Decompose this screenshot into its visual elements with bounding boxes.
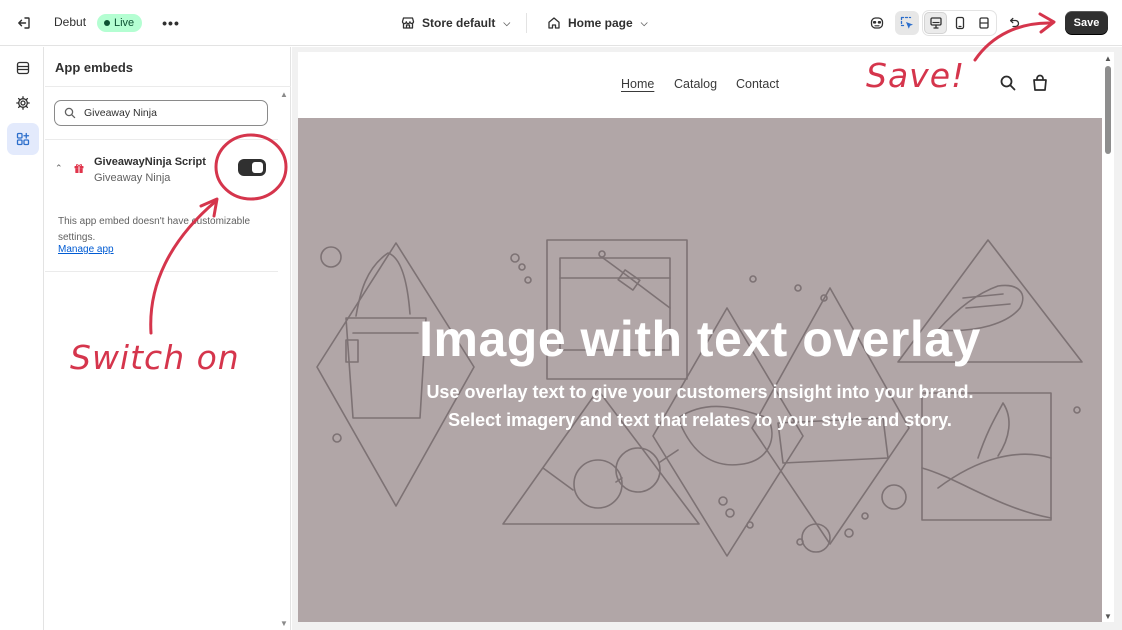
sidekick-button[interactable]	[865, 11, 889, 35]
manage-app-link[interactable]: Manage app	[58, 244, 114, 255]
store-header: Home Catalog Contact	[298, 52, 1102, 118]
annotation-switch-label: Switch on	[70, 338, 240, 377]
toggle-knob	[252, 162, 263, 173]
nav-link-catalog[interactable]: Catalog	[674, 77, 717, 91]
more-actions-button[interactable]: •••	[158, 9, 184, 37]
chevron-down-icon: ⌵	[503, 17, 511, 28]
left-rail	[0, 47, 44, 630]
page-select[interactable]: Home page ⌵	[546, 9, 648, 37]
embed-toggle-switch[interactable]	[238, 159, 266, 176]
theme-name: Debut	[54, 15, 87, 29]
mobile-icon	[955, 16, 964, 30]
chevron-down-icon: ⌵	[640, 17, 648, 28]
home-icon	[548, 17, 560, 29]
search-icon[interactable]	[999, 74, 1017, 92]
embed-name: GiveawayNinja Script	[94, 156, 206, 168]
fullscreen-view-button[interactable]	[972, 12, 995, 34]
page-label: Home page	[568, 16, 633, 30]
exit-icon	[18, 17, 30, 29]
nav-link-contact[interactable]: Contact	[736, 77, 779, 91]
scroll-down-arrow-icon[interactable]: ▼	[1104, 612, 1112, 621]
search-input[interactable]	[84, 107, 254, 119]
gift-icon	[74, 164, 84, 173]
search-field[interactable]	[54, 100, 268, 126]
device-toggle-group	[922, 10, 997, 36]
scroll-up-arrow-icon[interactable]: ▲	[1104, 54, 1112, 63]
scroll-up-arrow-icon[interactable]: ▲	[280, 90, 288, 99]
store-icon	[401, 17, 415, 29]
hero-title: Image with text overlay	[419, 311, 981, 367]
divider	[45, 271, 278, 272]
divider	[45, 86, 291, 87]
sections-icon	[16, 61, 30, 75]
store-select[interactable]: Store default ⌵	[400, 9, 510, 37]
panel-title: App embeds	[55, 60, 134, 75]
desktop-icon	[929, 17, 942, 29]
select-cursor-icon	[900, 16, 913, 29]
inspector-button[interactable]	[895, 11, 919, 35]
theme-settings-button[interactable]	[7, 87, 39, 119]
search-icon	[64, 107, 76, 119]
annotation-save-label: Save!	[866, 56, 966, 95]
live-dot-icon	[104, 20, 110, 26]
hero-text: Use overlay text to give your customers …	[426, 382, 974, 430]
undo-icon	[1009, 17, 1020, 28]
embed-app-name: Giveaway Ninja	[94, 172, 171, 184]
gear-icon	[16, 96, 30, 110]
scroll-down-arrow-icon[interactable]: ▼	[280, 619, 288, 628]
embed-description: This app embed doesn't have customizable…	[58, 216, 251, 243]
fullscreen-icon	[978, 17, 989, 29]
preview-scroll-thumb[interactable]	[1105, 66, 1111, 154]
store-label: Store default	[422, 16, 496, 30]
app-embeds-button[interactable]	[7, 123, 39, 155]
apps-icon	[16, 132, 30, 146]
divider	[526, 13, 527, 33]
divider	[45, 139, 278, 140]
cart-icon[interactable]	[1031, 74, 1049, 92]
sidekick-icon	[870, 17, 884, 29]
hero-illustration	[316, 239, 1083, 557]
desktop-view-button[interactable]	[924, 12, 947, 34]
store-preview: Home Catalog Contact Image with text ove…	[298, 52, 1102, 622]
mobile-view-button[interactable]	[948, 12, 971, 34]
live-badge: Live	[97, 14, 143, 32]
live-label: Live	[114, 17, 135, 29]
collapse-chevron-icon[interactable]: ⌃	[55, 163, 63, 174]
top-bar: Debut Live ••• Store default ⌵ Home page…	[0, 0, 1122, 46]
exit-button[interactable]	[10, 9, 38, 37]
image-with-text-overlay-section[interactable]: Image with text overlay Use overlay text…	[298, 118, 1102, 622]
undo-button[interactable]	[1002, 11, 1026, 35]
save-button[interactable]: Save	[1065, 11, 1108, 34]
sections-button[interactable]	[7, 52, 39, 84]
nav-link-home[interactable]: Home	[621, 77, 654, 91]
